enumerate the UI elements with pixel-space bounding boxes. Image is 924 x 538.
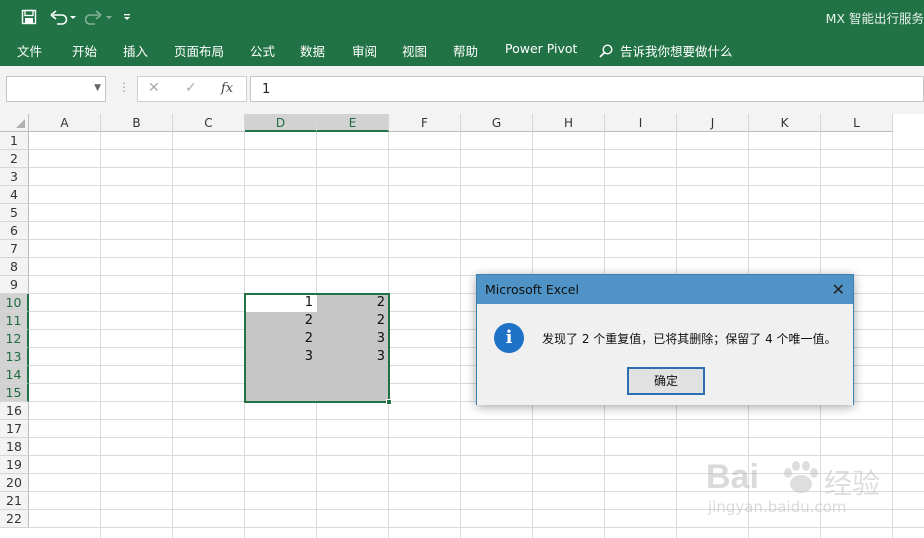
- watermark-suffix: 经验: [824, 467, 881, 500]
- row-header-16[interactable]: 16: [0, 402, 29, 420]
- more-options-icon: ⋮: [118, 80, 130, 94]
- dialog-message: 发现了 2 个重复值，已将其删除；保留了 4 个唯一值。: [542, 332, 837, 346]
- grid-line-horizontal: [29, 419, 924, 420]
- grid-line-horizontal: [29, 167, 924, 168]
- row-header-21[interactable]: 21: [0, 492, 29, 510]
- tab-review[interactable]: 审阅: [352, 41, 377, 60]
- redo-icon[interactable]: [84, 6, 114, 28]
- paw-icon: [784, 461, 818, 493]
- column-header-a[interactable]: A: [29, 114, 101, 132]
- row-header-8[interactable]: 8: [0, 258, 29, 276]
- tab-insert[interactable]: 插入: [123, 41, 148, 60]
- tell-me-search[interactable]: 告诉我你想要做什么: [598, 41, 733, 60]
- row-header-18[interactable]: 18: [0, 438, 29, 456]
- dialog-title: Microsoft Excel: [485, 282, 579, 297]
- tab-page-layout[interactable]: 页面布局: [174, 41, 224, 60]
- watermark-url: jingyan.baidu.com: [708, 498, 847, 516]
- row-header-20[interactable]: 20: [0, 474, 29, 492]
- ribbon-tabs: 文件 开始 插入 页面布局 公式 数据 审阅 视图 帮助 Power Pivot…: [0, 34, 924, 66]
- row-header-10[interactable]: 10: [0, 294, 29, 312]
- row-header-19[interactable]: 19: [0, 456, 29, 474]
- column-header-i[interactable]: I: [605, 114, 677, 132]
- grid-line-vertical: [172, 132, 173, 538]
- row-header-7[interactable]: 7: [0, 240, 29, 258]
- undo-icon[interactable]: [48, 6, 78, 28]
- watermark-brand: Bai: [706, 458, 759, 496]
- remove-duplicates-dialog: Microsoft Excel ✕ i 发现了 2 个重复值，已将其删除；保留了…: [476, 274, 854, 405]
- formula-value: 1: [262, 82, 271, 97]
- formula-input[interactable]: 1: [250, 76, 924, 102]
- tab-file[interactable]: 文件: [17, 41, 42, 60]
- grid-line-horizontal: [29, 257, 924, 258]
- row-header-5[interactable]: 5: [0, 204, 29, 222]
- dialog-title-bar: Microsoft Excel ✕: [477, 275, 853, 304]
- grid-line-horizontal: [29, 527, 924, 528]
- tab-home[interactable]: 开始: [72, 41, 97, 60]
- column-header-h[interactable]: H: [533, 114, 605, 132]
- enter-icon[interactable]: ✓: [185, 80, 197, 96]
- row-header-15[interactable]: 15: [0, 384, 29, 402]
- grid-line-horizontal: [29, 185, 924, 186]
- customize-icon[interactable]: [119, 6, 135, 28]
- column-header-j[interactable]: J: [677, 114, 749, 132]
- grid-line-horizontal: [29, 149, 924, 150]
- search-icon: [599, 43, 613, 58]
- cancel-icon[interactable]: ✕: [148, 80, 160, 96]
- column-header-g[interactable]: G: [461, 114, 533, 132]
- column-header-l[interactable]: L: [821, 114, 893, 132]
- row-header-1[interactable]: 1: [0, 132, 29, 150]
- row-header-22[interactable]: 22: [0, 510, 29, 528]
- app-title: MX 智能出行服务: [825, 11, 924, 26]
- select-all-button[interactable]: [0, 114, 29, 132]
- grid-line-horizontal: [29, 203, 924, 204]
- tab-formulas[interactable]: 公式: [250, 41, 275, 60]
- row-header-11[interactable]: 11: [0, 312, 29, 330]
- grid-line-horizontal: [29, 221, 924, 222]
- row-header-12[interactable]: 12: [0, 330, 29, 348]
- column-header-k[interactable]: K: [749, 114, 821, 132]
- column-header-c[interactable]: C: [173, 114, 245, 132]
- row-header-13[interactable]: 13: [0, 348, 29, 366]
- tell-me-label: 告诉我你想要做什么: [620, 44, 733, 59]
- row-header-3[interactable]: 3: [0, 168, 29, 186]
- tab-view[interactable]: 视图: [402, 41, 427, 60]
- tab-power-pivot[interactable]: Power Pivot: [505, 41, 577, 56]
- grid-line-vertical: [100, 132, 101, 538]
- formula-button-group: ✕ ✓ fx: [137, 76, 247, 102]
- grid-line-vertical: [460, 132, 461, 538]
- tab-data[interactable]: 数据: [300, 41, 325, 60]
- grid-line-horizontal: [29, 437, 924, 438]
- row-header-9[interactable]: 9: [0, 276, 29, 294]
- column-header-b[interactable]: B: [101, 114, 173, 132]
- row-header-17[interactable]: 17: [0, 420, 29, 438]
- row-header-2[interactable]: 2: [0, 150, 29, 168]
- column-header-e[interactable]: E: [317, 114, 389, 132]
- chevron-down-icon[interactable]: ▼: [94, 83, 101, 93]
- row-header-6[interactable]: 6: [0, 222, 29, 240]
- column-header-d[interactable]: D: [245, 114, 317, 132]
- close-icon[interactable]: ✕: [832, 280, 845, 299]
- row-header-14[interactable]: 14: [0, 366, 29, 384]
- title-bar: MX 智能出行服务: [0, 0, 924, 34]
- tab-help[interactable]: 帮助: [453, 41, 478, 60]
- insert-function-icon[interactable]: fx: [221, 81, 233, 96]
- watermark-logo: Bai 经验 jingyan.baidu.com: [702, 458, 902, 520]
- column-header-f[interactable]: F: [389, 114, 461, 132]
- ok-button[interactable]: 确定: [627, 367, 705, 395]
- row-header-4[interactable]: 4: [0, 186, 29, 204]
- grid-line-horizontal: [29, 455, 924, 456]
- name-box[interactable]: ▼: [6, 76, 106, 102]
- formula-bar: ▼ ⋮ ✕ ✓ fx 1: [0, 66, 924, 114]
- save-icon[interactable]: [18, 6, 40, 28]
- fill-handle[interactable]: [386, 399, 392, 405]
- selection-border: [244, 293, 390, 403]
- grid-line-horizontal: [29, 239, 924, 240]
- info-icon: i: [494, 323, 524, 353]
